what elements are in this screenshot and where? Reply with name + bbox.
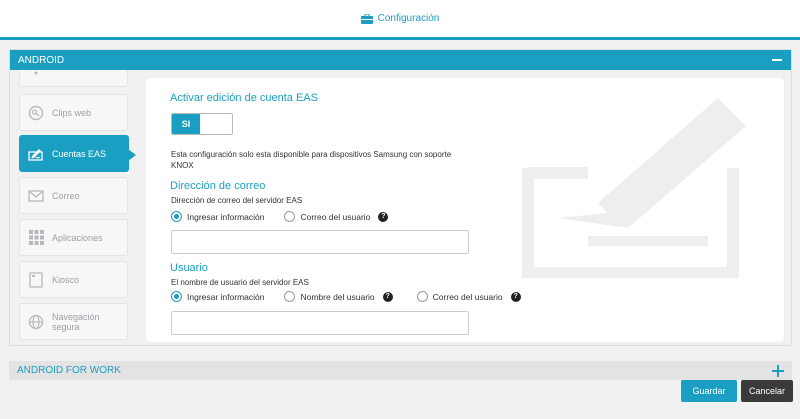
android-for-work-panel[interactable]: ANDROID FOR WORK — [9, 361, 792, 380]
sidebar-item-label: Cuentas EAS — [52, 148, 107, 159]
radio-label: Ingresar información — [187, 211, 265, 222]
eas-settings-content: Activar edición de cuenta EAS SI Esta co… — [146, 78, 784, 342]
knox-note: Esta configuración solo esta disponible … — [171, 150, 452, 170]
user-section-title: Usuario — [170, 262, 208, 274]
wifi-icon — [28, 70, 44, 77]
sidebar-item-wifi[interactable] — [19, 70, 128, 87]
mail-icon — [28, 188, 44, 204]
sidebar: Clips web Cuentas EAS Correo Aplicacione… — [10, 70, 136, 345]
sidebar-item-navegacion-segura[interactable]: Navegación segura — [19, 303, 128, 340]
globe-clip-icon — [28, 105, 44, 121]
collapse-icon[interactable] — [771, 54, 783, 66]
sidebar-item-correo[interactable]: Correo — [19, 177, 128, 214]
user-radio-ingresar[interactable]: Ingresar información — [171, 291, 264, 302]
expand-icon[interactable] — [772, 364, 784, 377]
user-sublabel: El nombre de usuario del servidor EAS — [171, 278, 309, 287]
sidebar-item-cuentas-eas[interactable]: Cuentas EAS — [19, 135, 136, 172]
email-input[interactable] — [171, 230, 469, 254]
android-panel-header[interactable]: ANDROID — [10, 50, 791, 70]
radio-label: Correo del usuario — [300, 211, 371, 222]
edit-watermark-icon — [522, 98, 746, 278]
user-radio-nombre-usuario[interactable]: Nombre del usuario — [284, 291, 375, 302]
radio-dot — [416, 291, 428, 302]
android-panel: ANDROID Clips web Cuentas EAS Correo Apl… — [9, 49, 792, 346]
radio-dot — [171, 291, 182, 302]
toolbox-icon — [360, 13, 373, 24]
android-for-work-title: ANDROID FOR WORK — [17, 365, 121, 376]
kiosk-icon — [28, 271, 44, 288]
user-radio-group: Ingresar información Nombre del usuario … — [171, 291, 545, 302]
toggle-on-label: SI — [172, 114, 200, 134]
sidebar-item-label: Kiosco — [52, 274, 80, 285]
edit-account-icon — [28, 146, 44, 162]
email-radio-ingresar[interactable]: Ingresar información — [171, 211, 264, 222]
email-radio-group: Ingresar información Correo del usuario … — [171, 211, 412, 222]
help-icon[interactable]: ? — [378, 211, 389, 222]
radio-dot — [284, 291, 296, 302]
cancel-button[interactable]: Cancelar — [741, 380, 793, 402]
activate-toggle[interactable]: SI — [171, 113, 233, 135]
android-panel-title: ANDROID — [18, 54, 65, 66]
radio-dot — [284, 211, 296, 222]
radio-label: Ingresar información — [187, 291, 265, 302]
user-radio-correo-usuario[interactable]: Correo del usuario — [416, 291, 503, 302]
sidebar-item-label: Aplicaciones — [52, 232, 103, 243]
save-button[interactable]: Guardar — [681, 380, 737, 402]
sidebar-item-label: Navegación segura — [52, 311, 100, 332]
activate-title: Activar edición de cuenta EAS — [170, 92, 318, 104]
radio-label: Correo del usuario — [432, 291, 503, 302]
sidebar-item-label: Correo — [52, 190, 80, 201]
page-title-text: Configuración — [377, 13, 440, 24]
username-input[interactable] — [171, 311, 469, 335]
page-title: Configuración — [360, 13, 440, 24]
globe-icon — [28, 314, 44, 330]
sidebar-item-aplicaciones[interactable]: Aplicaciones — [19, 219, 128, 256]
radio-label: Nombre del usuario — [300, 291, 375, 302]
help-icon[interactable]: ? — [510, 291, 521, 302]
email-sublabel: Dirección de correo del servidor EAS — [171, 196, 303, 205]
email-section-title: Dirección de correo — [170, 180, 266, 192]
sidebar-item-clips-web[interactable]: Clips web — [19, 94, 128, 131]
email-radio-correo-usuario[interactable]: Correo del usuario — [284, 211, 370, 222]
sidebar-item-label: Clips web — [52, 107, 92, 118]
help-icon[interactable]: ? — [382, 291, 393, 302]
top-bar: Configuración — [0, 0, 800, 40]
grid-icon — [28, 230, 44, 246]
radio-dot — [171, 211, 182, 222]
sidebar-item-kiosco[interactable]: Kiosco — [19, 261, 128, 298]
